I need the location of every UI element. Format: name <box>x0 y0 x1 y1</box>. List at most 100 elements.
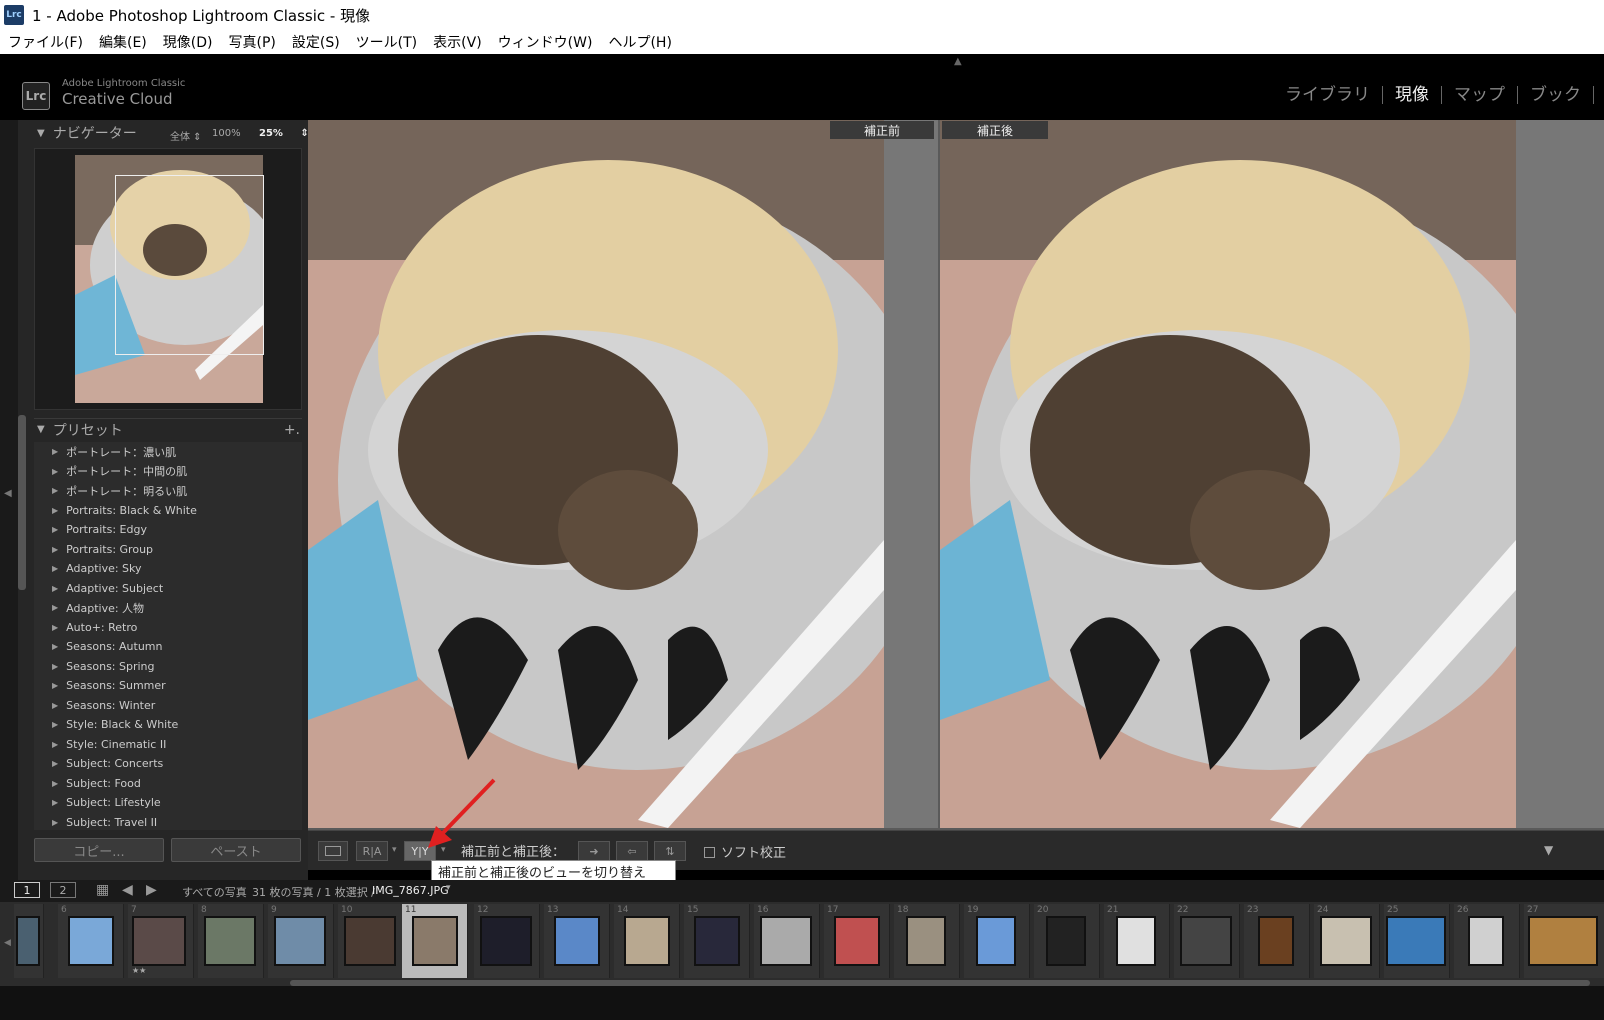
module-picker: ライブラリ 現像 マップ ブック <box>1273 86 1594 104</box>
module-book[interactable]: ブック <box>1518 86 1594 104</box>
film-cell[interactable]: 17 <box>824 904 890 978</box>
chevron-down-icon[interactable]: ▾ <box>392 845 397 855</box>
paste-button[interactable]: ペースト <box>171 838 301 862</box>
triangle-right-icon: ▶ <box>52 642 59 652</box>
menu-edit[interactable]: 編集(E) <box>99 32 147 52</box>
film-cell[interactable]: 13 <box>544 904 610 978</box>
film-cell[interactable]: 26 <box>1454 904 1520 978</box>
ref-view-button[interactable]: R|A <box>356 841 388 861</box>
preset-item[interactable]: ▶ Subject: Food <box>34 774 302 794</box>
film-cell[interactable]: 27 <box>1524 904 1604 978</box>
film-cell[interactable]: 12 <box>474 904 540 978</box>
preset-item[interactable]: ▶ Adaptive: 人物 <box>34 598 302 618</box>
grid-icon[interactable]: ▦ <box>96 882 109 898</box>
copy-before-to-after-icon[interactable]: ➜ <box>578 841 610 861</box>
menu-settings[interactable]: 設定(S) <box>292 32 340 52</box>
module-library[interactable]: ライブラリ <box>1273 86 1383 104</box>
source-label[interactable]: すべての写真 <box>182 884 247 900</box>
back-arrow-icon[interactable]: ◀ <box>122 882 133 898</box>
screen-2-button[interactable]: 2 <box>50 882 76 898</box>
loupe-view-button[interactable] <box>318 841 348 861</box>
copy-after-to-before-icon[interactable]: ⇦ <box>616 841 648 861</box>
before-after-toggle-button[interactable]: Y|Y <box>404 841 436 861</box>
menu-file[interactable]: ファイル(F) <box>8 32 83 52</box>
after-label: 補正後 <box>942 121 1048 139</box>
copy-button[interactable]: コピー... <box>34 838 164 862</box>
preset-item[interactable]: ▶ Seasons: Summer <box>34 676 302 696</box>
filename-label[interactable]: IMG_7867.JPG <box>372 884 449 897</box>
film-cell[interactable]: 6 <box>58 904 124 978</box>
preset-item[interactable]: ▶ Subject: Concerts <box>34 754 302 774</box>
film-cell[interactable]: 24 <box>1314 904 1380 978</box>
soft-proof-checkbox[interactable]: ソフト校正 <box>704 842 786 861</box>
film-thumb <box>1258 916 1294 966</box>
film-cell[interactable]: 20 <box>1034 904 1100 978</box>
preset-item[interactable]: ▶ Seasons: Winter <box>34 696 302 716</box>
preset-item[interactable]: ▶ Adaptive: Sky <box>34 559 302 579</box>
module-map[interactable]: マップ <box>1442 86 1518 104</box>
before-photo[interactable] <box>308 120 884 828</box>
film-cell[interactable]: 18 <box>894 904 960 978</box>
film-cell-selected[interactable]: 11 <box>402 904 468 978</box>
film-cell[interactable]: 19 <box>964 904 1030 978</box>
menu-tools[interactable]: ツール(T) <box>356 32 417 52</box>
zoom-25-option[interactable]: 25% ⇕ <box>259 128 309 139</box>
film-cell[interactable]: 22 <box>1174 904 1240 978</box>
zoom-fit-option[interactable]: 全体 ⇕ <box>170 128 202 143</box>
preset-item[interactable]: ▶ ポートレート：明るい肌 <box>34 481 302 501</box>
zoom-100-option[interactable]: 100% <box>212 128 241 139</box>
after-photo[interactable] <box>940 120 1516 828</box>
preset-item[interactable]: ▶ Subject: Lifestyle <box>34 793 302 813</box>
disclosure-down-icon: ▼ <box>37 424 45 435</box>
menu-develop[interactable]: 現像(D) <box>163 32 213 52</box>
film-cell[interactable]: 9 <box>268 904 334 978</box>
preset-item[interactable]: ▶ Portraits: Group <box>34 540 302 560</box>
film-cell[interactable]: 14 <box>614 904 680 978</box>
preset-item[interactable]: ▶ Style: Cinematic II <box>34 735 302 755</box>
preset-item[interactable]: ▶ Subject: Travel II <box>34 813 302 831</box>
menu-window[interactable]: ウィンドウ(W) <box>498 32 593 52</box>
collapse-top-panel-icon[interactable]: ▲ <box>954 56 962 67</box>
film-thumb <box>1320 916 1372 966</box>
scroll-left-icon[interactable]: ◀ <box>4 938 11 948</box>
presets-title: プリセット <box>52 422 123 439</box>
forward-arrow-icon[interactable]: ▶ <box>146 882 157 898</box>
triangle-right-icon: ▶ <box>52 622 59 632</box>
navigator-preview[interactable] <box>34 148 302 410</box>
film-cell[interactable] <box>14 904 44 978</box>
preset-item[interactable]: ▶ ポートレート：中間の肌 <box>34 462 302 482</box>
module-develop[interactable]: 現像 <box>1383 86 1442 104</box>
chevron-down-icon[interactable]: ▾ <box>441 845 446 855</box>
toolbar-menu-chevron-icon[interactable]: ▼ <box>1544 843 1553 857</box>
film-cell[interactable]: 21 <box>1104 904 1170 978</box>
preset-item[interactable]: ▶ Portraits: Black & White <box>34 501 302 521</box>
preset-item[interactable]: ▶ ポートレート：濃い肌 <box>34 442 302 462</box>
navigator-viewport-frame[interactable] <box>115 175 264 355</box>
film-cell[interactable]: 8 <box>198 904 264 978</box>
screen-1-button[interactable]: 1 <box>14 882 40 898</box>
collapse-left-panel-icon[interactable]: ◀ <box>4 488 12 499</box>
film-cell[interactable]: 15 <box>684 904 750 978</box>
preset-item[interactable]: ▶ Seasons: Spring <box>34 657 302 677</box>
preset-item[interactable]: ▶ Adaptive: Subject <box>34 579 302 599</box>
swap-before-after-icon[interactable]: ⇅ <box>654 841 686 861</box>
menu-photo[interactable]: 写真(P) <box>228 32 275 52</box>
left-panel-edge[interactable]: ◀ <box>0 120 18 880</box>
menu-help[interactable]: ヘルプ(H) <box>608 32 671 52</box>
preset-item[interactable]: ▶ Style: Black & White <box>34 715 302 735</box>
preset-item[interactable]: ▶ Auto+: Retro <box>34 618 302 638</box>
film-cell[interactable]: 7 ★★ <box>128 904 194 978</box>
film-cell[interactable]: 23 <box>1244 904 1310 978</box>
presets-header[interactable]: ▼ プリセット +. <box>34 418 302 440</box>
chevron-down-icon[interactable]: ▾ <box>446 883 451 893</box>
film-cell[interactable]: 25 <box>1384 904 1450 978</box>
film-cell[interactable]: 16 <box>754 904 820 978</box>
left-panel-scrollbar[interactable] <box>18 415 26 590</box>
preset-item[interactable]: ▶ Seasons: Autumn <box>34 637 302 657</box>
triangle-right-icon: ▶ <box>52 759 59 769</box>
add-preset-button[interactable]: +. <box>284 422 300 438</box>
film-cell[interactable]: 10 <box>338 904 404 978</box>
preset-item[interactable]: ▶ Portraits: Edgy <box>34 520 302 540</box>
menu-view[interactable]: 表示(V) <box>433 32 482 52</box>
triangle-right-icon: ▶ <box>52 700 59 710</box>
